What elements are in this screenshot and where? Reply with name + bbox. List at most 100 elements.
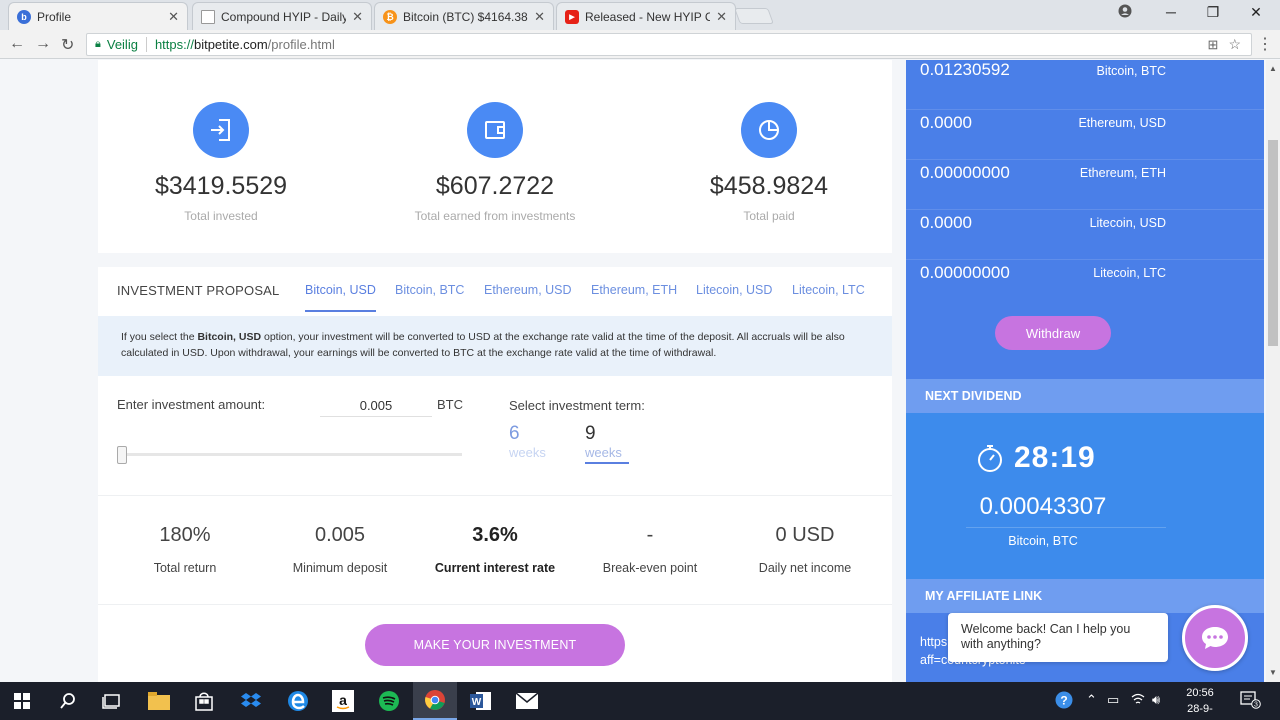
stat-value: $3419.5529: [154, 172, 288, 200]
svg-text:W: W: [472, 697, 482, 708]
dropbox-icon[interactable]: [229, 682, 273, 720]
tab-bitcoin-btc[interactable]: Bitcoin, BTC: [395, 283, 464, 297]
tab-profile[interactable]: b Profile ✕: [8, 2, 188, 30]
metric-label: Minimum deposit: [292, 561, 388, 575]
tab-title: Bitcoin (BTC) $4164.38 (0: [403, 9, 529, 24]
balance-row: 0.00000000 Litecoin, LTC: [906, 260, 1264, 310]
volume-icon[interactable]: 🔊︎: [1152, 692, 1160, 708]
bookmark-star-icon[interactable]: ☆: [1228, 36, 1241, 53]
withdraw-button[interactable]: Withdraw: [995, 316, 1111, 350]
balance-sidebar: 0.01230592 Bitcoin, BTC 0.0000 Ethereum,…: [906, 60, 1264, 682]
edge-browser-icon[interactable]: [276, 682, 320, 720]
balance-currency: Litecoin, LTC: [1093, 266, 1166, 280]
balance-value: 0.0000: [920, 213, 972, 232]
system-clock[interactable]: 20:56 28-9-2017: [1175, 685, 1225, 720]
mail-icon[interactable]: [505, 682, 549, 720]
scrollbar-thumb[interactable]: [1268, 140, 1278, 346]
login-icon: [193, 102, 249, 158]
tab-bitcoin-price[interactable]: ₿ Bitcoin (BTC) $4164.38 (0 ✕: [374, 2, 554, 30]
file-explorer-icon[interactable]: [137, 682, 181, 720]
network-icon[interactable]: [1131, 692, 1145, 709]
chat-welcome-bubble[interactable]: Welcome back! Can I help you with anythi…: [948, 613, 1168, 662]
close-tab-icon[interactable]: ✕: [716, 9, 727, 25]
url-host: bitpetite.com: [193, 37, 268, 52]
balance-value: 0.01230592: [920, 60, 1010, 79]
store-icon[interactable]: [182, 682, 226, 720]
info-box: If you select the Bitcoin, USD option, y…: [98, 316, 892, 376]
minimize-window-button[interactable]: ─: [1156, 4, 1186, 20]
search-icon[interactable]: [46, 682, 90, 720]
amount-slider-track[interactable]: [122, 453, 462, 456]
clock-time: 20:56: [1186, 687, 1214, 699]
tab-litecoin-usd[interactable]: Litecoin, USD: [696, 283, 772, 297]
amazon-icon[interactable]: a: [321, 682, 365, 720]
url-field[interactable]: 🔒︎ Veilig https:// bitpetite.com /profil…: [86, 33, 1252, 56]
stat-value: $458.9824: [709, 172, 829, 200]
tab-bitcoin-usd[interactable]: Bitcoin, USD: [305, 283, 376, 312]
investment-amount-input[interactable]: [320, 395, 432, 417]
close-tab-icon[interactable]: ✕: [352, 9, 363, 25]
chrome-icon[interactable]: [413, 682, 457, 720]
clock-date: 28-9-2017: [1187, 703, 1213, 720]
restore-window-button[interactable]: ❐: [1198, 4, 1228, 21]
translate-icon[interactable]: ⊞: [1208, 37, 1219, 53]
action-center-icon[interactable]: 3: [1240, 691, 1262, 712]
back-arrow-icon[interactable]: ←: [9, 35, 25, 53]
balance-value: 0.00000000: [920, 263, 1010, 282]
stats-card: $3419.5529 Total invested $607.2722 Tota…: [98, 60, 892, 253]
wallet-icon: [467, 102, 523, 158]
spotify-icon[interactable]: [367, 682, 411, 720]
amount-slider-handle[interactable]: [117, 446, 127, 464]
stat-total-paid: $458.9824 Total paid: [649, 102, 889, 223]
tab-released-hyip[interactable]: ▶ Released - New HYIP Ca ✕: [556, 2, 736, 30]
task-view-icon[interactable]: [90, 682, 134, 720]
balance-row: 0.00000000 Ethereum, ETH: [906, 160, 1264, 210]
tab-compound-hyip[interactable]: Compound HYIP - Daily I ✕: [192, 2, 372, 30]
help-icon[interactable]: ?: [1055, 691, 1073, 712]
word-icon[interactable]: W: [459, 682, 503, 720]
term-option-9[interactable]: 9 weeks: [585, 423, 629, 464]
metric-minimum-deposit: 0.005 Minimum deposit: [265, 524, 415, 575]
page-scrollbar[interactable]: ▲ ▼: [1266, 60, 1280, 682]
dividend-amount: 0.00043307: [979, 493, 1107, 520]
metric-value: 180%: [159, 524, 211, 546]
forward-arrow-icon[interactable]: →: [35, 35, 51, 53]
stat-label: Total invested: [184, 209, 258, 223]
scroll-down-arrow-icon[interactable]: ▼: [1269, 668, 1277, 677]
battery-icon[interactable]: ▭: [1107, 692, 1119, 708]
close-tab-icon[interactable]: ✕: [168, 9, 179, 25]
tab-litecoin-ltc[interactable]: Litecoin, LTC: [792, 283, 865, 297]
close-tab-icon[interactable]: ✕: [534, 9, 545, 25]
dividend-divider: [966, 527, 1166, 528]
metric-value: 3.6%: [472, 524, 518, 546]
new-tab-button[interactable]: [734, 8, 774, 24]
make-investment-button[interactable]: MAKE YOUR INVESTMENT: [365, 624, 625, 666]
chat-launcher-button[interactable]: [1182, 605, 1248, 671]
term-unit: weeks: [509, 445, 546, 460]
reload-icon[interactable]: ↻: [61, 35, 74, 55]
dividend-timer: 28:19: [976, 441, 1096, 475]
windows-start-icon[interactable]: [0, 682, 44, 720]
balance-currency: Litecoin, USD: [1089, 216, 1166, 230]
document-favicon-icon: [201, 9, 215, 24]
tab-ethereum-eth[interactable]: Ethereum, ETH: [591, 283, 677, 297]
close-window-button[interactable]: ✕: [1241, 4, 1271, 21]
browser-tab-bar: b Profile ✕ Compound HYIP - Daily I ✕ ₿ …: [0, 0, 1280, 30]
profile-icon[interactable]: [1110, 4, 1140, 21]
balance-value: 0.00000000: [920, 163, 1010, 182]
tab-ethereum-usd[interactable]: Ethereum, USD: [484, 283, 572, 297]
url-path: /profile.html: [267, 37, 335, 52]
tab-title: Profile: [37, 9, 72, 24]
bitpetite-favicon-icon: b: [17, 9, 31, 24]
investment-proposal-card: INVESTMENT PROPOSAL Bitcoin, USD Bitcoin…: [98, 267, 892, 682]
stat-label: Total paid: [743, 209, 795, 223]
chrome-menu-icon[interactable]: ⋮: [1257, 34, 1273, 54]
stat-total-invested: $3419.5529 Total invested: [101, 102, 341, 223]
security-label: Veilig: [106, 37, 138, 52]
url-protocol: https://: [154, 37, 194, 52]
term-option-6[interactable]: 6 weeks: [509, 423, 553, 460]
show-hidden-icons[interactable]: ⌃: [1086, 692, 1097, 708]
metric-value: 0.005: [314, 524, 366, 546]
scroll-up-arrow-icon[interactable]: ▲: [1269, 64, 1277, 73]
info-text-bold: Bitcoin, USD: [197, 331, 262, 343]
